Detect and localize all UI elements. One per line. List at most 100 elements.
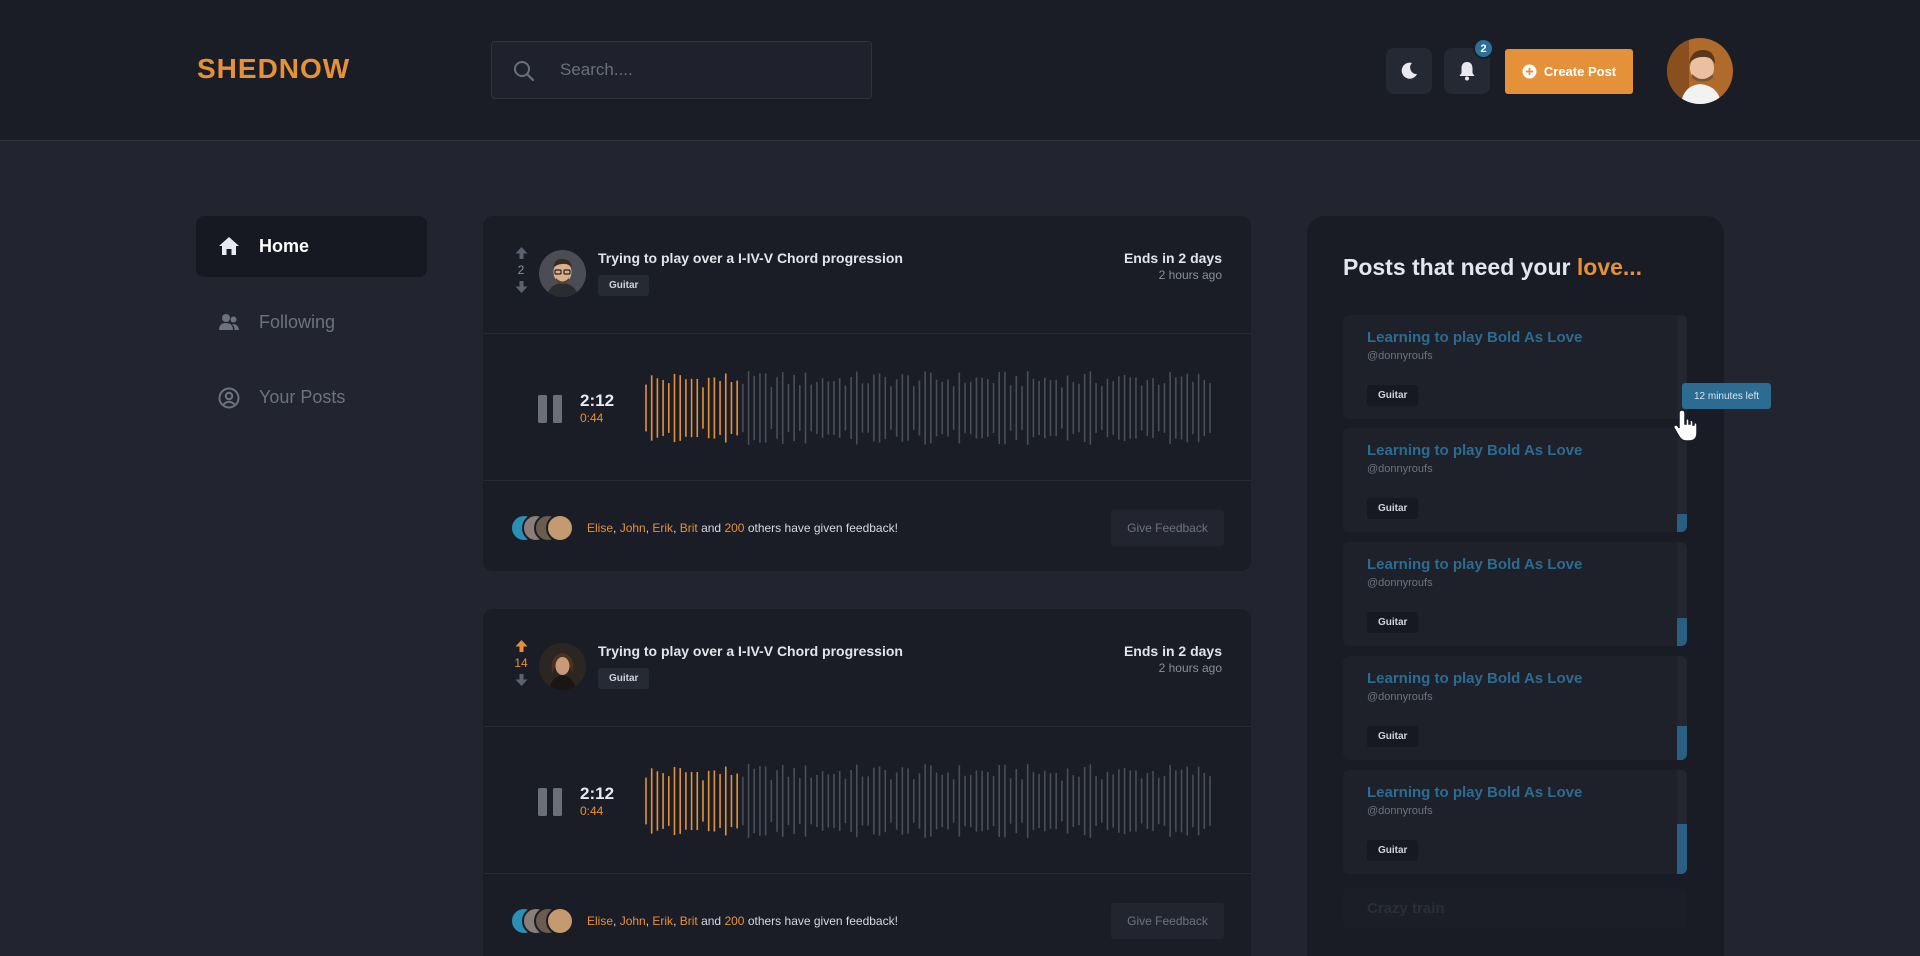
list-item-title[interactable]: Learning to play Bold As Love: [1367, 329, 1582, 346]
post-title[interactable]: Trying to play over a I-IV-V Chord progr…: [598, 250, 903, 266]
list-item-user[interactable]: @donnyroufs: [1367, 805, 1433, 817]
track-duration: 2:12: [580, 784, 615, 803]
avatar: [546, 907, 574, 935]
track-duration: 2:12: [580, 391, 615, 410]
upvote-arrow-icon[interactable]: [515, 639, 528, 653]
post-header: 2 Trying to play over a I-IV-V Chord pro…: [483, 216, 1251, 334]
notification-count-badge: 2: [1473, 38, 1494, 59]
waveform[interactable]: [643, 371, 1213, 445]
instrument-tag[interactable]: Guitar: [1367, 726, 1419, 747]
list-item-user[interactable]: @donnyroufs: [1367, 577, 1433, 589]
top-header: SHEDNOW 2 Create Post: [0, 0, 1920, 141]
downvote-arrow-icon[interactable]: [515, 673, 528, 687]
feedback-avatars: [510, 514, 576, 544]
avatar: [546, 514, 574, 542]
list-item-title[interactable]: Learning to play Bold As Love: [1367, 556, 1582, 573]
instrument-tag[interactable]: Guitar: [598, 668, 650, 689]
sidebar-item-home[interactable]: Home: [196, 216, 427, 277]
feedback-user-name[interactable]: John: [620, 914, 646, 928]
list-item-title[interactable]: Learning to play Bold As Love: [1367, 784, 1582, 801]
theme-toggle-button[interactable]: [1386, 48, 1432, 94]
time-left-fill: [1677, 514, 1687, 532]
time-left-fill: [1677, 617, 1687, 646]
feedback-footer: Elise, John, Erik, Brit and 200 others h…: [483, 874, 1251, 956]
feedback-user-name[interactable]: Erik: [652, 521, 673, 535]
give-feedback-button[interactable]: Give Feedback: [1111, 903, 1224, 939]
moon-icon: [1401, 62, 1417, 79]
list-item-title[interactable]: Crazy train: [1367, 900, 1445, 917]
list-item[interactable]: Learning to play Bold As Love @donnyrouf…: [1343, 315, 1687, 419]
plus-circle-icon: [1522, 64, 1537, 79]
feedback-count: 200: [724, 914, 745, 928]
feedback-count: 200: [724, 521, 745, 535]
feedback-summary: Elise, John, Erik, Brit and 200 others h…: [587, 914, 898, 928]
instrument-tag[interactable]: Guitar: [1367, 840, 1419, 861]
time-left-bar: [1677, 542, 1687, 646]
instrument-tag[interactable]: Guitar: [598, 275, 650, 296]
post-deadline: Ends in 2 days: [1123, 250, 1222, 266]
user-avatar-image: [1667, 38, 1733, 104]
vote-count: 2: [517, 263, 525, 277]
list-item[interactable]: Learning to play Bold As Love @donnyrouf…: [1343, 428, 1687, 532]
time-left-tooltip: 12 minutes left: [1682, 383, 1771, 409]
post-timestamp: 2 hours ago: [1158, 661, 1222, 675]
waveform[interactable]: [643, 764, 1213, 838]
post-timestamp: 2 hours ago: [1158, 268, 1222, 282]
give-feedback-button[interactable]: Give Feedback: [1111, 510, 1224, 546]
instrument-tag[interactable]: Guitar: [1367, 612, 1419, 633]
user-circle-icon: [218, 387, 240, 409]
feedback-user-name[interactable]: Erik: [652, 914, 673, 928]
author-avatar[interactable]: [539, 643, 586, 690]
feedback-user-name[interactable]: John: [620, 521, 646, 535]
audio-player: 2:12 0:44: [483, 727, 1251, 874]
list-item[interactable]: Crazy train: [1343, 888, 1687, 928]
time-left-bar: [1677, 770, 1687, 874]
needs-love-panel: Posts that need your love... Learning to…: [1307, 216, 1724, 956]
feedback-user-name[interactable]: Elise: [587, 914, 613, 928]
hand-pointer-icon: [1673, 409, 1698, 442]
search-box[interactable]: [491, 41, 872, 99]
feedback-conjunction: and: [701, 914, 722, 928]
time-left-bar: [1677, 656, 1687, 760]
user-avatar[interactable]: [1667, 38, 1733, 104]
search-input[interactable]: [560, 42, 860, 98]
panel-title-prefix: Posts that need your: [1343, 254, 1571, 280]
instrument-tag[interactable]: Guitar: [1367, 498, 1419, 519]
vote-control: 14: [511, 639, 531, 687]
feedback-suffix: others have given feedback!: [747, 914, 898, 928]
create-post-label: Create Post: [1543, 64, 1617, 79]
sidebar-item-your-posts[interactable]: Your Posts: [196, 367, 427, 428]
feedback-user-name[interactable]: Brit: [680, 914, 698, 928]
create-post-button[interactable]: Create Post: [1505, 49, 1633, 94]
post-card: 2 Trying to play over a I-IV-V Chord pro…: [483, 216, 1251, 571]
app-logo[interactable]: SHEDNOW: [197, 53, 350, 85]
upvote-arrow-icon[interactable]: [515, 246, 528, 260]
author-avatar[interactable]: [539, 250, 586, 297]
sidebar-item-following[interactable]: Following: [196, 292, 427, 353]
post-title[interactable]: Trying to play over a I-IV-V Chord progr…: [598, 643, 903, 659]
list-item-title[interactable]: Learning to play Bold As Love: [1367, 670, 1582, 687]
list-item[interactable]: Learning to play Bold As Love @donnyrouf…: [1343, 770, 1687, 874]
post-deadline: Ends in 2 days: [1123, 643, 1222, 659]
list-item-title[interactable]: Learning to play Bold As Love: [1367, 442, 1582, 459]
list-item-user[interactable]: @donnyroufs: [1367, 350, 1433, 362]
downvote-arrow-icon[interactable]: [515, 280, 528, 294]
track-current-time: 0:44: [580, 804, 604, 818]
bell-icon: [1459, 62, 1475, 81]
list-item[interactable]: Learning to play Bold As Love @donnyrouf…: [1343, 542, 1687, 646]
list-item-user[interactable]: @donnyroufs: [1367, 463, 1433, 475]
feedback-user-name[interactable]: Brit: [680, 521, 698, 535]
panel-title-highlight: love...: [1576, 254, 1643, 280]
panel-title: Posts that need your love...: [1343, 254, 1642, 281]
feedback-suffix: others have given feedback!: [747, 521, 898, 535]
instrument-tag[interactable]: Guitar: [1367, 385, 1419, 406]
list-item-user[interactable]: @donnyroufs: [1367, 691, 1433, 703]
feedback-avatars: [510, 907, 576, 937]
feedback-footer: Elise, John, Erik, Brit and 200 others h…: [483, 481, 1251, 571]
pause-button[interactable]: [538, 788, 564, 816]
list-item[interactable]: Learning to play Bold As Love @donnyrouf…: [1343, 656, 1687, 760]
sidebar-item-label: Following: [259, 312, 336, 332]
pause-button[interactable]: [538, 395, 564, 423]
feedback-user-name[interactable]: Elise: [587, 521, 613, 535]
home-icon: [219, 237, 239, 255]
